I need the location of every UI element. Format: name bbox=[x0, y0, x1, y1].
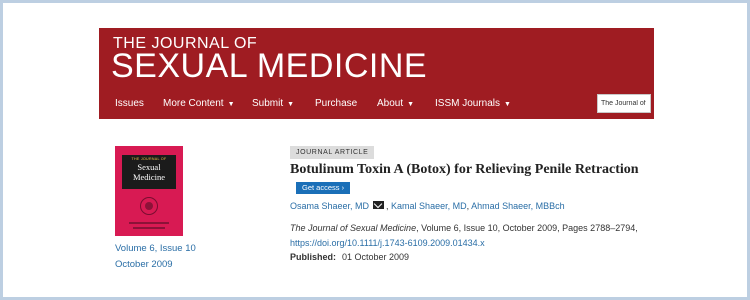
issue-date[interactable]: October 2009 bbox=[115, 257, 196, 273]
cover-title-line1: Sexual bbox=[137, 162, 161, 172]
published-date: 01 October 2009 bbox=[342, 252, 410, 262]
cover-title: Sexual Medicine bbox=[122, 162, 176, 182]
citation: The Journal of Sexual Medicine, Volume 6… bbox=[290, 221, 670, 251]
author-link[interactable]: Kamal Shaeer, MD bbox=[391, 201, 467, 211]
nav-issues-label: Issues bbox=[115, 98, 144, 109]
cover-decoration bbox=[133, 227, 165, 229]
nav-about-label: About bbox=[377, 98, 404, 109]
nav-issm-journals-label: ISSM Journals bbox=[435, 98, 501, 109]
nav-more-content-label: More Content bbox=[163, 98, 224, 109]
issue-cover-image[interactable]: THE JOURNAL OF Sexual Medicine bbox=[115, 146, 183, 236]
nav-more-content[interactable]: More Content ▼ bbox=[163, 98, 235, 109]
nav-about[interactable]: About ▼ bbox=[377, 98, 414, 109]
get-access-button[interactable]: Get access › bbox=[296, 182, 351, 194]
author-link[interactable]: Ahmad Shaeer, MBBch bbox=[471, 201, 565, 211]
get-access-label: Get access bbox=[302, 183, 340, 192]
article-title: Botulinum Toxin A (Botox) for Relieving … bbox=[290, 160, 660, 198]
author-link[interactable]: Osama Shaeer, MD bbox=[290, 201, 369, 211]
search-input[interactable] bbox=[597, 94, 651, 113]
page-frame: THE JOURNAL OF SEXUAL MEDICINE Issues Mo… bbox=[0, 0, 750, 300]
nav-issues[interactable]: Issues bbox=[115, 98, 144, 109]
brand-logo-text[interactable]: SEXUAL MEDICINE bbox=[111, 47, 427, 86]
nav-purchase[interactable]: Purchase bbox=[315, 98, 357, 109]
cover-decoration bbox=[129, 222, 169, 224]
issue-volume[interactable]: Volume 6, Issue 10 bbox=[115, 241, 196, 257]
caret-down-icon: ▼ bbox=[227, 101, 235, 108]
cover-title-line2: Medicine bbox=[132, 172, 166, 182]
citation-journal: The Journal of Sexual Medicine bbox=[290, 223, 417, 233]
nav-issm-journals[interactable]: ISSM Journals ▼ bbox=[435, 98, 511, 109]
issue-link[interactable]: Volume 6, Issue 10 October 2009 bbox=[115, 241, 196, 273]
cover-title-panel: THE JOURNAL OF Sexual Medicine bbox=[122, 155, 176, 189]
nav-purchase-label: Purchase bbox=[315, 98, 358, 109]
caret-down-icon: ▼ bbox=[407, 101, 415, 108]
nav-submit[interactable]: Submit ▼ bbox=[252, 98, 294, 109]
citation-details: , Volume 6, Issue 10, October 2009, Page… bbox=[416, 223, 638, 233]
caret-down-icon: ▼ bbox=[504, 101, 511, 108]
author-list: Osama Shaeer, MD, Kamal Shaeer, MD, Ahma… bbox=[290, 201, 565, 211]
cover-small-text: THE JOURNAL OF bbox=[131, 157, 167, 161]
published-label: Published: bbox=[290, 252, 337, 262]
main-nav: Issues More Content ▼ Submit ▼ Purchase Ab… bbox=[99, 92, 654, 116]
chevron-right-icon: › bbox=[341, 183, 345, 192]
caret-down-icon: ▼ bbox=[287, 101, 295, 108]
site-header: THE JOURNAL OF SEXUAL MEDICINE Issues Mo… bbox=[99, 28, 654, 119]
nav-submit-label: Submit bbox=[252, 98, 284, 109]
mail-icon[interactable] bbox=[373, 201, 385, 209]
article-type-badge: JOURNAL ARTICLE bbox=[290, 146, 375, 159]
published-info: Published: 01 October 2009 bbox=[290, 252, 409, 262]
cover-seal-icon bbox=[140, 197, 158, 215]
article-title-text: Botulinum Toxin A (Botox) for Relieving … bbox=[290, 162, 639, 177]
doi-link[interactable]: https://doi.org/10.1111/j.1743-6109.2009… bbox=[290, 238, 485, 248]
